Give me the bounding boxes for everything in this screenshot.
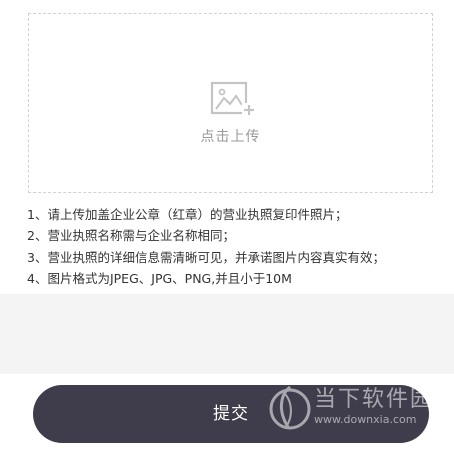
instruction-item: 4、图片格式为JPEG、JPG、PNG,并且小于10M <box>27 270 292 286</box>
upload-instructions: 1、请上传加盖企业公章（红章）的营业执照复印件照片； 2、营业执照名称需与企业名… <box>27 204 385 289</box>
spacer-area <box>0 294 454 374</box>
bottom-bar: 提交 <box>0 374 454 449</box>
upload-section: 点击上传 1、请上传加盖企业公章（红章）的营业执照复印件照片； 2、营业执照名称… <box>0 0 454 294</box>
submit-button[interactable]: 提交 <box>33 385 429 443</box>
image-add-icon <box>210 81 256 117</box>
upload-area[interactable]: 点击上传 <box>28 13 433 193</box>
instruction-item: 2、营业执照名称需与企业名称相同； <box>27 228 235 244</box>
instruction-item: 3、营业执照的详细信息需清晰可见，并承诺图片内容真实有效； <box>27 249 385 265</box>
instruction-item: 1、请上传加盖企业公章（红章）的营业执照复印件照片； <box>27 207 348 222</box>
upload-label: 点击上传 <box>200 129 261 145</box>
